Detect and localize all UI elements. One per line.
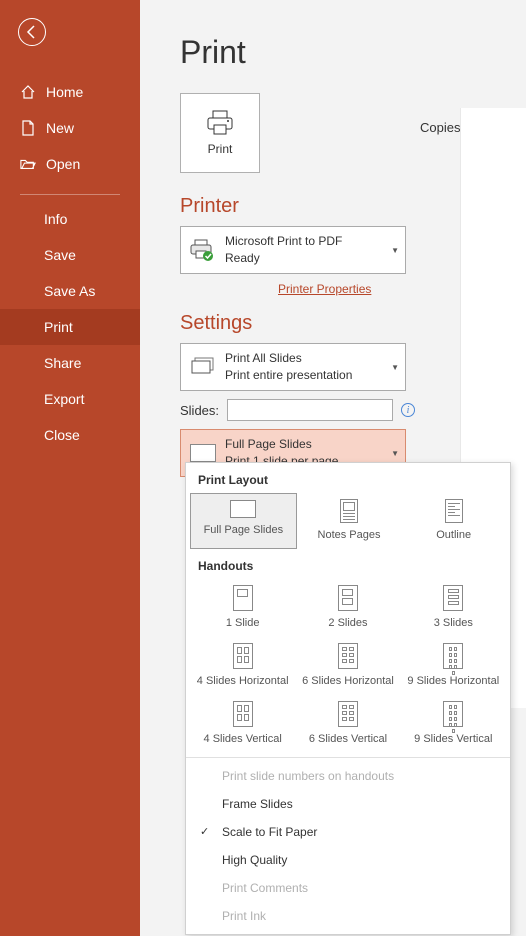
- handout-9h-icon: [443, 643, 463, 669]
- home-icon: [20, 84, 36, 100]
- handout-2-icon: [338, 585, 358, 611]
- print-button-label: Print: [208, 142, 233, 156]
- nav-label: Open: [46, 156, 80, 172]
- opt-print-comments: Print Comments: [186, 874, 510, 902]
- print-layout-heading: Print Layout: [186, 463, 510, 493]
- handout-4h-icon: [233, 643, 253, 669]
- nav-home[interactable]: Home: [0, 74, 140, 110]
- nav-share[interactable]: Share: [0, 345, 140, 381]
- printer-heading: Printer: [180, 195, 239, 218]
- folder-open-icon: [20, 156, 36, 172]
- printer-ready-icon: [189, 238, 217, 262]
- opt-label: Scale to Fit Paper: [222, 825, 317, 839]
- arrow-left-icon: [24, 24, 40, 40]
- slides-input[interactable]: [227, 399, 393, 421]
- handout-1-icon: [233, 585, 253, 611]
- handout-9v-icon: [443, 701, 463, 727]
- info-icon[interactable]: i: [401, 403, 415, 417]
- copies-label: Copies:: [420, 120, 464, 135]
- document-icon: [20, 120, 36, 136]
- handout-4v-icon: [233, 701, 253, 727]
- handout-6-vertical[interactable]: 6 Slides Vertical: [295, 695, 400, 753]
- handout-label: 2 Slides: [328, 617, 367, 629]
- divider: [20, 194, 120, 195]
- nav-info[interactable]: Info: [0, 201, 140, 237]
- nav-print[interactable]: Print: [0, 309, 140, 345]
- nav-export[interactable]: Export: [0, 381, 140, 417]
- opt-scale-to-fit[interactable]: ✓ Scale to Fit Paper: [186, 818, 510, 846]
- handout-9-horizontal[interactable]: 9 Slides Horizontal: [401, 637, 506, 695]
- scope-title: Print All Slides: [225, 350, 352, 367]
- page-title: Print: [180, 34, 526, 71]
- handout-label: 3 Slides: [434, 617, 473, 629]
- handout-2-slides[interactable]: 2 Slides: [295, 579, 400, 637]
- handout-4-horizontal[interactable]: 4 Slides Horizontal: [190, 637, 295, 695]
- slides-label: Slides:: [180, 403, 219, 418]
- layout-label: Notes Pages: [318, 529, 381, 541]
- divider: [186, 757, 510, 758]
- handout-1-slide[interactable]: 1 Slide: [190, 579, 295, 637]
- full-page-icon: [230, 500, 256, 518]
- nav-save-as[interactable]: Save As: [0, 273, 140, 309]
- printer-name: Microsoft Print to PDF: [225, 233, 342, 250]
- print-button[interactable]: Print: [180, 93, 260, 173]
- slides-stack-icon: [189, 355, 217, 379]
- handout-label: 9 Slides Horizontal: [407, 675, 499, 687]
- layout-popup: Print Layout Full Page Slides Notes Page…: [185, 462, 511, 935]
- chevron-down-icon: ▼: [391, 246, 399, 255]
- layout-label: Outline: [436, 529, 471, 541]
- handout-6-horizontal[interactable]: 6 Slides Horizontal: [295, 637, 400, 695]
- nav-close[interactable]: Close: [0, 417, 140, 453]
- handout-label: 4 Slides Horizontal: [197, 675, 289, 687]
- handout-label: 1 Slide: [226, 617, 260, 629]
- print-scope-dropdown[interactable]: Print All Slides Print entire presentati…: [180, 343, 406, 391]
- back-button[interactable]: [18, 18, 46, 46]
- layout-notes-pages[interactable]: Notes Pages: [297, 493, 402, 549]
- handout-label: 9 Slides Vertical: [414, 733, 492, 745]
- opt-high-quality[interactable]: High Quality: [186, 846, 510, 874]
- printer-status: Ready: [225, 250, 342, 267]
- nav-save[interactable]: Save: [0, 237, 140, 273]
- handout-3-icon: [443, 585, 463, 611]
- opt-frame-slides[interactable]: Frame Slides: [186, 790, 510, 818]
- handout-4-vertical[interactable]: 4 Slides Vertical: [190, 695, 295, 753]
- opt-slide-numbers: Print slide numbers on handouts: [186, 762, 510, 790]
- handout-6h-icon: [338, 643, 358, 669]
- scope-sub: Print entire presentation: [225, 367, 352, 384]
- handout-label: 6 Slides Vertical: [309, 733, 387, 745]
- handout-6v-icon: [338, 701, 358, 727]
- handout-label: 4 Slides Vertical: [204, 733, 282, 745]
- handout-9-vertical[interactable]: 9 Slides Vertical: [401, 695, 506, 753]
- layout-title: Full Page Slides: [225, 436, 338, 453]
- handouts-heading: Handouts: [186, 549, 510, 579]
- notes-page-icon: [340, 499, 358, 523]
- printer-properties-link[interactable]: Printer Properties: [278, 282, 371, 296]
- printer-dropdown[interactable]: Microsoft Print to PDF Ready ▼: [180, 226, 406, 274]
- nav-new[interactable]: New: [0, 110, 140, 146]
- nav-label: New: [46, 120, 74, 136]
- chevron-down-icon: ▼: [391, 363, 399, 372]
- layout-label: Full Page Slides: [204, 524, 284, 536]
- chevron-down-icon: ▼: [391, 449, 399, 458]
- layout-full-page-slides[interactable]: Full Page Slides: [190, 493, 297, 549]
- handout-3-slides[interactable]: 3 Slides: [401, 579, 506, 637]
- nav-open[interactable]: Open: [0, 146, 140, 182]
- nav-label: Home: [46, 84, 83, 100]
- opt-print-ink: Print Ink: [186, 902, 510, 930]
- check-icon: ✓: [200, 825, 209, 838]
- backstage-sidebar: Home New Open Info Save Save As Print Sh…: [0, 0, 140, 936]
- outline-icon: [445, 499, 463, 523]
- handout-label: 6 Slides Horizontal: [302, 675, 394, 687]
- layout-outline[interactable]: Outline: [401, 493, 506, 549]
- printer-icon: [205, 110, 235, 136]
